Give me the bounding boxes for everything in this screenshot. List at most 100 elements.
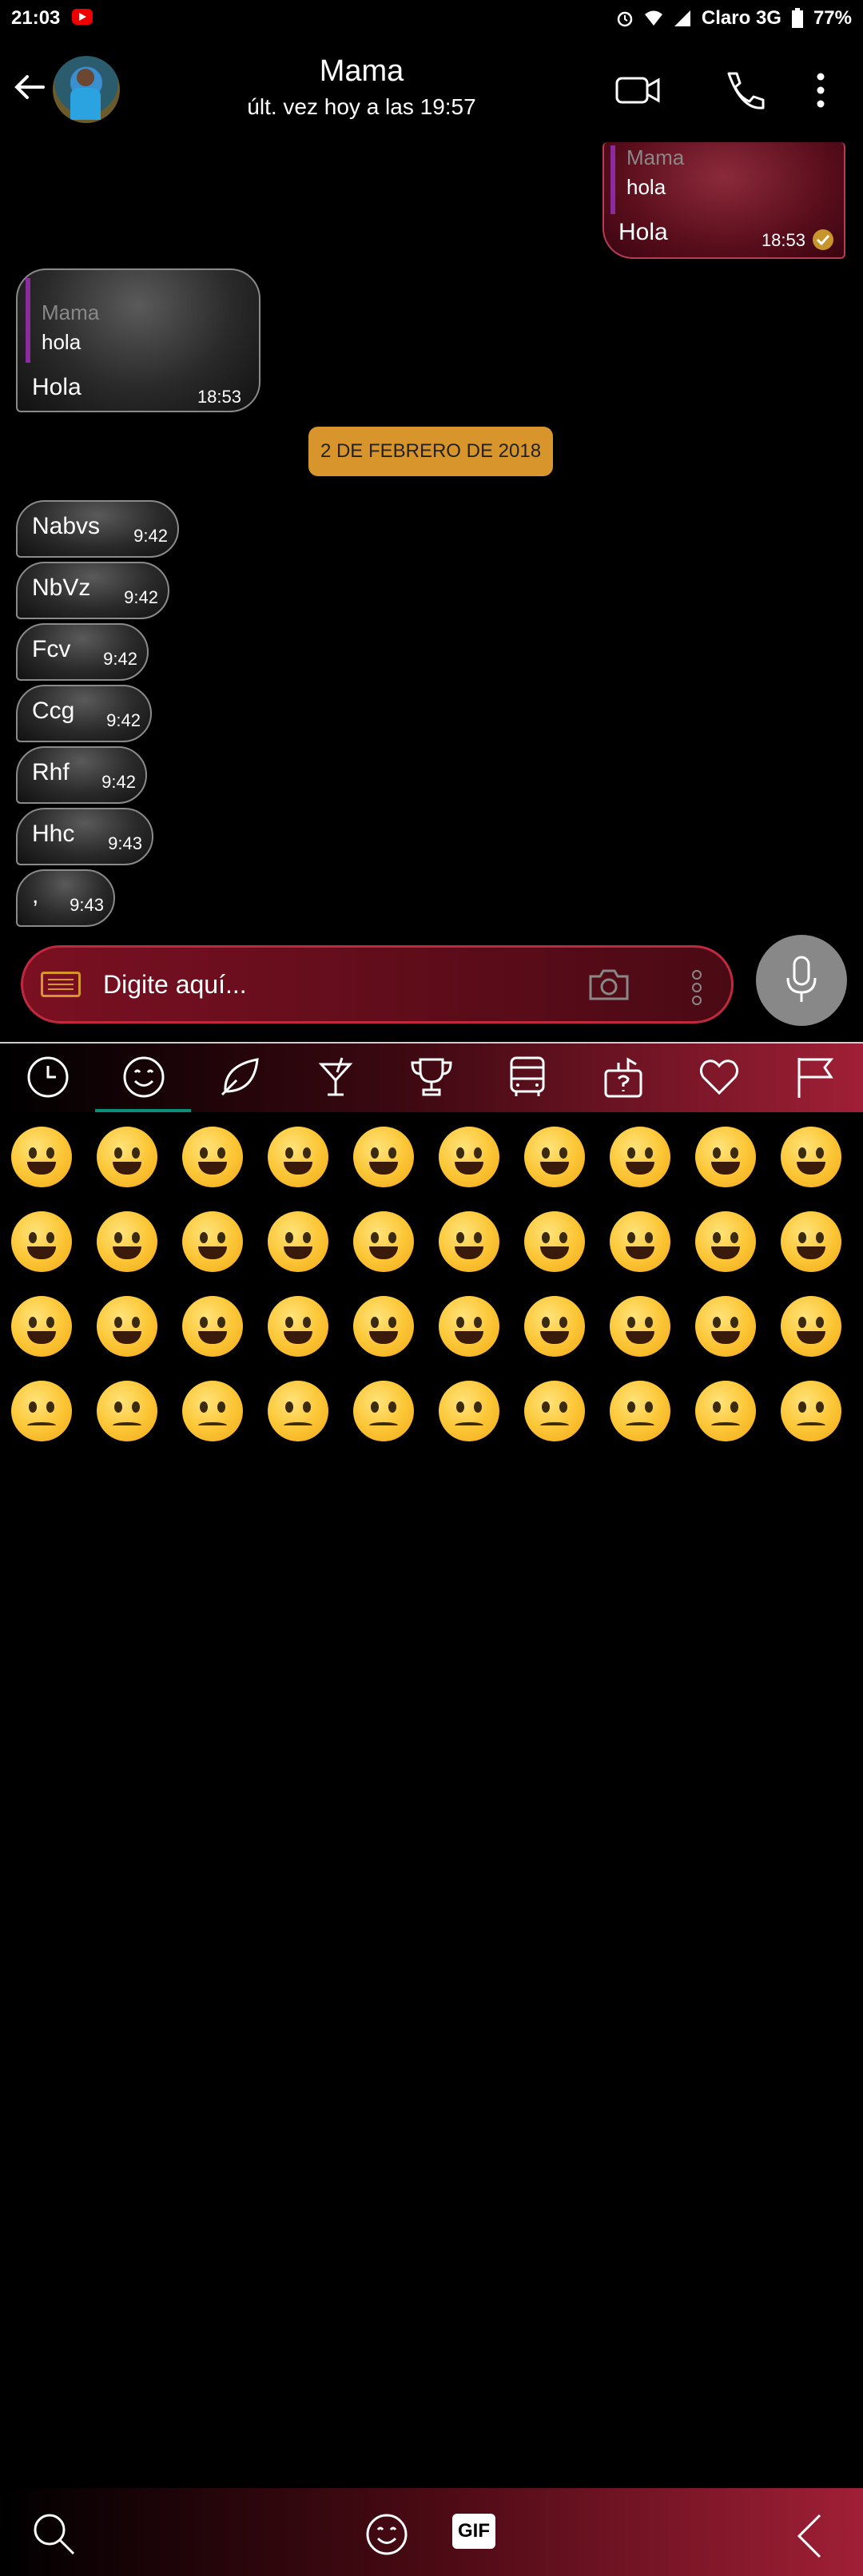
backspace-chevron-icon[interactable] xyxy=(791,2512,831,2560)
emoji-category-bar xyxy=(0,1042,863,1112)
travel-icon[interactable] xyxy=(505,1055,550,1099)
emoji-cell[interactable] xyxy=(524,1211,585,1272)
emoji-tab-icon[interactable] xyxy=(364,2512,409,2557)
message-bubble-incoming[interactable]: Rhf 9:42 xyxy=(16,746,147,804)
symbols-icon[interactable] xyxy=(697,1055,742,1099)
smileys-icon[interactable] xyxy=(121,1055,166,1099)
emoji-cell[interactable] xyxy=(97,1127,157,1187)
emoji-cell[interactable] xyxy=(182,1127,243,1187)
emoji-cell[interactable] xyxy=(524,1127,585,1187)
message-composer[interactable]: Digite aquí... xyxy=(21,945,734,1024)
message-bubble-incoming[interactable]: Fcv 9:42 xyxy=(16,623,149,681)
food-drink-icon[interactable] xyxy=(313,1055,358,1099)
signal-icon xyxy=(674,10,690,26)
message-text: Ccg xyxy=(32,698,75,724)
message-time: 9:43 xyxy=(70,895,104,915)
emoji-cell[interactable] xyxy=(781,1127,841,1187)
message-bubble-incoming[interactable]: , 9:43 xyxy=(16,869,115,927)
voice-record-button[interactable] xyxy=(756,935,847,1026)
emoji-cell[interactable] xyxy=(695,1296,756,1357)
emoji-cell[interactable] xyxy=(781,1381,841,1441)
emoji-cell[interactable] xyxy=(524,1296,585,1357)
emoji-cell[interactable] xyxy=(97,1381,157,1441)
emoji-cell[interactable] xyxy=(268,1381,328,1441)
emoji-cell[interactable] xyxy=(439,1211,499,1272)
emoji-cell[interactable] xyxy=(695,1381,756,1441)
emoji-cell[interactable] xyxy=(268,1211,328,1272)
gif-button[interactable]: GIF xyxy=(452,2514,495,2549)
message-text: , xyxy=(32,882,39,908)
emoji-cell[interactable] xyxy=(781,1296,841,1357)
emoji-cell[interactable] xyxy=(610,1296,670,1357)
message-text: Rhf xyxy=(32,759,70,785)
message-time: 9:43 xyxy=(108,833,142,853)
more-options-icon[interactable] xyxy=(809,69,833,112)
emoji-cell[interactable] xyxy=(353,1127,414,1187)
emoji-cell[interactable] xyxy=(97,1211,157,1272)
emoji-cell[interactable] xyxy=(353,1381,414,1441)
emoji-cell[interactable] xyxy=(439,1296,499,1357)
emoji-cell[interactable] xyxy=(439,1381,499,1441)
emoji-cell[interactable] xyxy=(695,1211,756,1272)
message-time: 18:53 xyxy=(197,387,241,407)
selected-category-indicator xyxy=(95,1109,191,1112)
message-bubble-incoming[interactable]: Ccg 9:42 xyxy=(16,685,152,742)
attach-options-icon[interactable] xyxy=(691,970,702,1005)
emoji-cell[interactable] xyxy=(695,1127,756,1187)
emoji-cell[interactable] xyxy=(610,1381,670,1441)
status-bar: 21:03 Claro 3G 77% xyxy=(0,0,863,38)
message-time: 9:42 xyxy=(103,649,137,669)
emoji-cell[interactable] xyxy=(610,1211,670,1272)
emoji-cell[interactable] xyxy=(524,1381,585,1441)
emoji-grid xyxy=(0,1120,863,1464)
reply-quote[interactable]: Mama hola xyxy=(610,145,825,214)
emoji-cell[interactable] xyxy=(610,1127,670,1187)
emoji-cell[interactable] xyxy=(11,1127,72,1187)
carrier-label: Claro 3G xyxy=(701,7,781,29)
message-bubble-incoming[interactable]: Hhc 9:43 xyxy=(16,808,153,865)
message-time: 9:42 xyxy=(133,526,168,546)
message-text: Nabvs xyxy=(32,513,101,539)
youtube-notification-icon xyxy=(72,9,93,25)
emoji-cell[interactable] xyxy=(182,1296,243,1357)
emoji-cell[interactable] xyxy=(353,1296,414,1357)
read-receipt-icon xyxy=(813,229,833,250)
emoji-cell[interactable] xyxy=(11,1211,72,1272)
quote-author: Mama xyxy=(626,145,685,169)
activity-icon[interactable] xyxy=(409,1055,454,1099)
video-call-icon[interactable] xyxy=(612,69,663,112)
message-text: Hola xyxy=(618,219,668,245)
date-divider: 2 DE FEBRERO DE 2018 xyxy=(308,427,553,476)
nature-icon[interactable] xyxy=(217,1055,262,1099)
message-bubble-outgoing[interactable]: Mama hola Hola 18:53 xyxy=(603,142,845,259)
emoji-cell[interactable] xyxy=(268,1127,328,1187)
emoji-cell[interactable] xyxy=(11,1296,72,1357)
recent-icon[interactable] xyxy=(26,1055,70,1099)
flags-icon[interactable] xyxy=(793,1055,837,1099)
keyboard-icon[interactable] xyxy=(41,972,81,997)
emoji-cell[interactable] xyxy=(781,1211,841,1272)
message-bubble-incoming[interactable]: NbVz 9:42 xyxy=(16,562,169,619)
emoji-cell[interactable] xyxy=(182,1211,243,1272)
voice-call-icon[interactable] xyxy=(718,69,769,112)
microphone-icon xyxy=(786,956,817,1002)
search-icon[interactable] xyxy=(32,2512,77,2557)
camera-icon[interactable] xyxy=(587,967,630,1002)
emoji-panel: GIF xyxy=(0,1042,863,2576)
emoji-cell[interactable] xyxy=(439,1127,499,1187)
emoji-cell[interactable] xyxy=(11,1381,72,1441)
message-bubble-incoming[interactable]: Mama hola Hola 18:53 xyxy=(16,268,260,412)
emoji-cell[interactable] xyxy=(268,1296,328,1357)
objects-icon[interactable] xyxy=(601,1055,646,1099)
message-text: Hhc xyxy=(32,821,75,847)
message-bubble-incoming[interactable]: Nabvs 9:42 xyxy=(16,500,179,558)
emoji-cell[interactable] xyxy=(353,1211,414,1272)
emoji-cell[interactable] xyxy=(97,1296,157,1357)
reply-quote[interactable]: Mama hola xyxy=(26,278,240,363)
message-time: 9:42 xyxy=(106,710,141,730)
wifi-icon xyxy=(644,10,662,26)
emoji-cell[interactable] xyxy=(182,1381,243,1441)
quote-text: hola xyxy=(42,330,82,354)
message-input[interactable]: Digite aquí... xyxy=(103,970,247,1000)
message-text: Fcv xyxy=(32,636,71,662)
